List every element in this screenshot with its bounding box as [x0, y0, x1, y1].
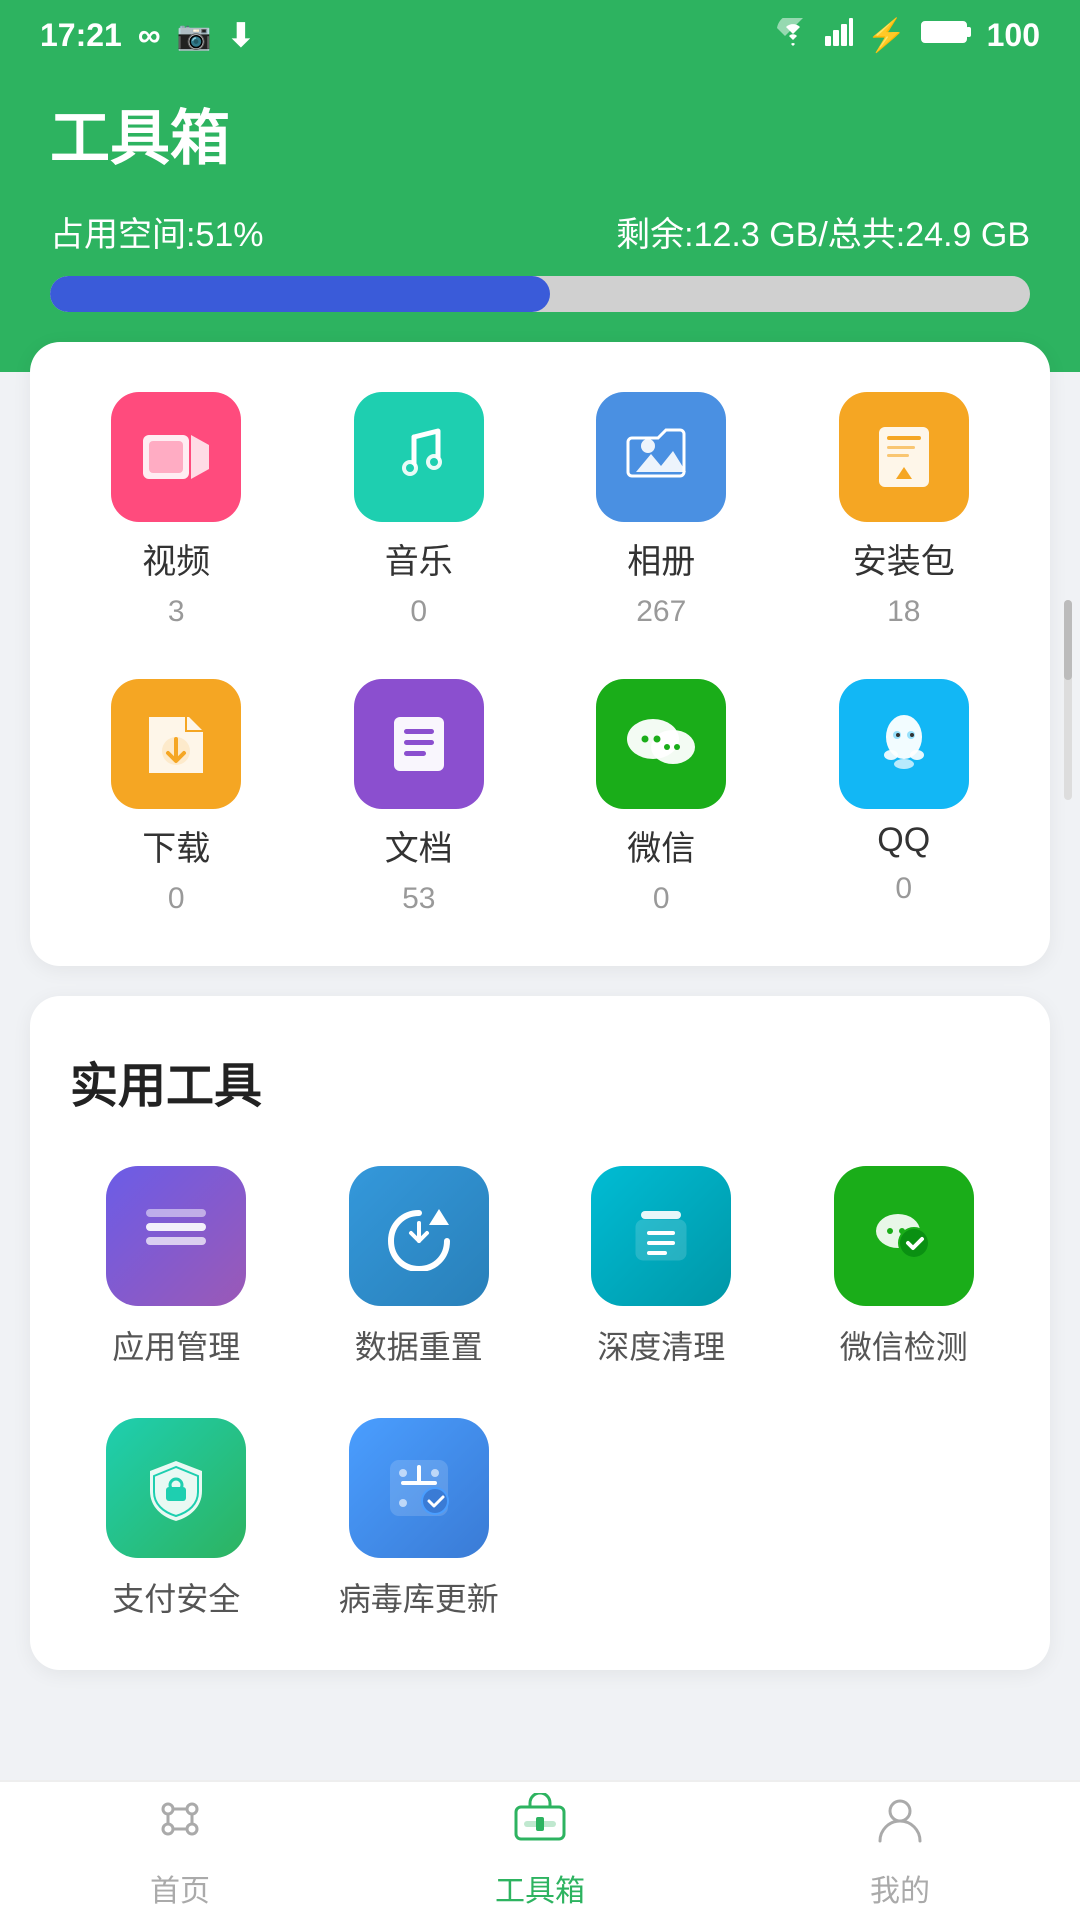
storage-progress-fill — [50, 276, 550, 312]
music-count: 0 — [410, 595, 427, 629]
page-title: 工具箱 — [50, 90, 1030, 177]
mine-nav-label: 我的 — [870, 1866, 930, 1910]
apk-count: 18 — [887, 595, 920, 629]
file-item-download[interactable]: 下载 0 — [70, 679, 283, 916]
video-count: 3 — [168, 595, 185, 629]
doc-icon — [354, 679, 484, 809]
qq-icon — [839, 679, 969, 809]
qq-count: 0 — [895, 872, 912, 906]
file-grid-card: 视频 3 音乐 — [30, 342, 1050, 966]
status-bar: 17:21 ∞ 📷 ⬇ ⚡ — [0, 0, 1080, 70]
home-nav-label: 首页 — [150, 1866, 210, 1910]
tools-grid: 应用管理 数据重置 — [70, 1166, 1010, 1620]
file-item-doc[interactable]: 文档 53 — [313, 679, 526, 916]
status-left: 17:21 ∞ 📷 ⬇ — [40, 16, 254, 54]
tools-card: 实用工具 应用管理 — [30, 996, 1050, 1670]
tools-title: 实用工具 — [70, 1046, 1010, 1116]
battery-level: 100 — [987, 17, 1040, 54]
download-icon — [111, 679, 241, 809]
home-nav-icon — [152, 1793, 208, 1858]
download-count: 0 — [168, 882, 185, 916]
appmanage-icon — [106, 1166, 246, 1306]
video-icon — [111, 392, 241, 522]
file-item-video[interactable]: 视频 3 — [70, 392, 283, 629]
file-item-wechat[interactable]: 微信 0 — [555, 679, 768, 916]
qq-label: QQ — [877, 821, 930, 860]
scroll-thumb — [1064, 600, 1072, 680]
tool-item-deepclean[interactable]: 深度清理 — [555, 1166, 768, 1368]
file-item-apk[interactable]: 安装包 18 — [798, 392, 1011, 629]
main-content: 视频 3 音乐 — [0, 342, 1080, 1670]
tool-item-appmanage[interactable]: 应用管理 — [70, 1166, 283, 1368]
wechatcheck-label: 微信检测 — [840, 1322, 968, 1368]
virusupdate-label: 病毒库更新 — [339, 1574, 499, 1620]
download-label: 下载 — [142, 821, 210, 870]
wifi-icon — [775, 17, 811, 54]
doc-count: 53 — [402, 882, 435, 916]
photo-icon — [596, 392, 726, 522]
file-item-photo[interactable]: 相册 267 — [555, 392, 768, 629]
charging-icon: ⚡ — [867, 16, 907, 54]
storage-progress-bar — [50, 276, 1030, 312]
nav-item-home[interactable]: 首页 — [0, 1793, 360, 1910]
video-label: 视频 — [142, 534, 210, 583]
apk-icon — [839, 392, 969, 522]
tool-item-wechatcheck[interactable]: 微信检测 — [798, 1166, 1011, 1368]
download-status-icon: ⬇ — [228, 16, 255, 54]
nav-item-toolbox[interactable]: 工具箱 — [360, 1793, 720, 1910]
infinity-icon: ∞ — [138, 17, 161, 54]
file-item-music[interactable]: 音乐 0 — [313, 392, 526, 629]
used-space-label: 占用空间:51% — [50, 207, 264, 256]
scroll-indicator — [1064, 600, 1072, 800]
photo-label: 相册 — [627, 534, 695, 583]
paysafe-label: 支付安全 — [112, 1574, 240, 1620]
appmanage-label: 应用管理 — [112, 1322, 240, 1368]
storage-info: 占用空间:51% 剩余:12.3 GB/总共:24.9 GB — [50, 207, 1030, 256]
doc-label: 文档 — [385, 821, 453, 870]
mine-nav-icon — [872, 1793, 928, 1858]
bottom-nav: 首页 工具箱 我的 — [0, 1780, 1080, 1920]
toolbox-nav-icon — [512, 1793, 568, 1858]
file-item-qq[interactable]: QQ 0 — [798, 679, 1011, 916]
wechatcheck-icon — [834, 1166, 974, 1306]
nav-item-mine[interactable]: 我的 — [720, 1793, 1080, 1910]
wechat-count: 0 — [653, 882, 670, 916]
battery-icon — [921, 17, 973, 54]
paysafe-icon — [106, 1418, 246, 1558]
datareset-icon — [349, 1166, 489, 1306]
tool-item-datareset[interactable]: 数据重置 — [313, 1166, 526, 1368]
wechat-icon — [596, 679, 726, 809]
tool-item-virusupdate[interactable]: 病毒库更新 — [313, 1418, 526, 1620]
apk-label: 安装包 — [853, 534, 955, 583]
music-icon — [354, 392, 484, 522]
signal-icon — [825, 17, 853, 54]
status-right: ⚡ 100 — [775, 16, 1040, 54]
file-grid: 视频 3 音乐 — [70, 392, 1010, 916]
photo-count: 267 — [636, 595, 686, 629]
app-header: 工具箱 占用空间:51% 剩余:12.3 GB/总共:24.9 GB — [0, 70, 1080, 372]
music-label: 音乐 — [385, 534, 453, 583]
datareset-label: 数据重置 — [355, 1322, 483, 1368]
wechat-label: 微信 — [627, 821, 695, 870]
toolbox-nav-label: 工具箱 — [495, 1866, 585, 1910]
deepclean-icon — [591, 1166, 731, 1306]
deepclean-label: 深度清理 — [597, 1322, 725, 1368]
remain-space-label: 剩余:12.3 GB/总共:24.9 GB — [616, 207, 1030, 256]
camera-icon: 📷 — [177, 19, 212, 52]
tool-item-paysafe[interactable]: 支付安全 — [70, 1418, 283, 1620]
virusupdate-icon — [349, 1418, 489, 1558]
status-time: 17:21 — [40, 17, 122, 54]
